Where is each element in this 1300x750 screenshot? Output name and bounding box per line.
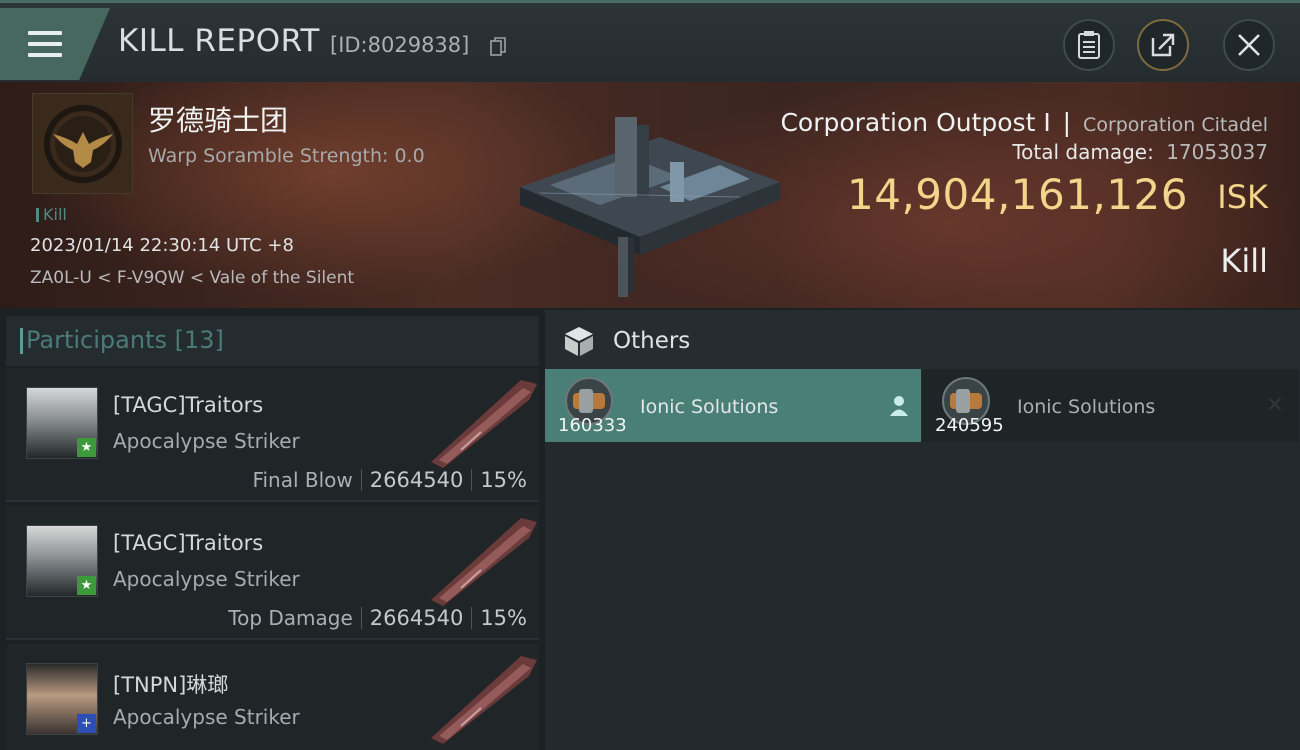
item-quantity: 160333 bbox=[558, 415, 627, 436]
participant-percent: 15% bbox=[480, 468, 527, 492]
total-damage-value: 17053037 bbox=[1166, 140, 1268, 164]
participant-stats: Top Damage 2664540 15% bbox=[228, 606, 527, 630]
item-name: Ionic Solutions bbox=[640, 396, 779, 418]
star-badge-icon: ★ bbox=[77, 438, 96, 457]
kill-type-label: Kill bbox=[1220, 242, 1268, 280]
item-quantity: 240595 bbox=[935, 415, 1004, 436]
participant-name: [TAGC]Traitors bbox=[113, 393, 264, 417]
participant-name: [TNPN]琳瑯 bbox=[113, 673, 229, 697]
ship-image bbox=[431, 656, 537, 744]
copy-icon[interactable] bbox=[490, 37, 506, 57]
participant-ship: Apocalypse Striker bbox=[113, 567, 300, 591]
participant-ship: Apocalypse Striker bbox=[113, 429, 300, 453]
warp-scramble-strength: Warp Soramble Strength: 0.0 bbox=[148, 145, 425, 167]
clipboard-button[interactable] bbox=[1063, 19, 1115, 71]
target-structure-type: Corporation Citadel bbox=[1083, 114, 1268, 136]
destroyed-x-icon: ✕ bbox=[1265, 393, 1284, 418]
isk-unit: ISK bbox=[1217, 178, 1268, 216]
participant-row[interactable]: ★ [TAGC]Traitors Apocalypse Striker Top … bbox=[6, 506, 539, 640]
kill-datetime: 2023/01/14 22:30:14 UTC +8 bbox=[30, 235, 294, 256]
avatar[interactable]: + bbox=[26, 663, 98, 735]
participant-row[interactable]: + [TNPN]琳瑯 Apocalypse Striker bbox=[6, 644, 539, 750]
total-damage-label: Total damage: bbox=[1012, 140, 1154, 164]
kill-location: ZA0L-U < F-V9QW < Vale of the Silent bbox=[30, 268, 355, 288]
others-header: Others bbox=[545, 310, 1300, 370]
target-separator: | bbox=[1062, 108, 1072, 137]
participant-role: Top Damage bbox=[228, 606, 353, 630]
menu-icon bbox=[28, 31, 62, 57]
participant-percent: 15% bbox=[480, 606, 527, 630]
kill-tag: Kill bbox=[36, 205, 67, 224]
corp-name[interactable]: 罗德骑士团 bbox=[148, 99, 288, 139]
star-badge-icon: ★ bbox=[77, 576, 96, 595]
target-name[interactable]: Corporation Outpost I | Corporation Cita… bbox=[780, 108, 1268, 137]
participant-row[interactable]: ★ [TAGC]Traitors Apocalypse Striker Fina… bbox=[6, 368, 539, 502]
participants-panel: Participants [13] ★ [TAGC]Traitors Apoca… bbox=[6, 316, 539, 750]
top-bar: KILL REPORT [ID:8029838] bbox=[0, 0, 1300, 82]
report-id: [ID:8029838] bbox=[330, 33, 470, 57]
others-panel: Others Ionic Solutions 160333 Ionic Solu… bbox=[545, 310, 1300, 750]
participant-damage: 2664540 bbox=[369, 468, 464, 492]
person-icon[interactable] bbox=[889, 395, 909, 417]
avatar[interactable]: ★ bbox=[26, 525, 98, 597]
participant-name: [TAGC]Traitors bbox=[113, 531, 264, 555]
participant-role: Final Blow bbox=[252, 468, 353, 492]
cube-icon bbox=[565, 327, 593, 356]
avatar[interactable]: ★ bbox=[26, 387, 98, 459]
kill-banner: 罗德骑士团 Warp Soramble Strength: 0.0 Kill 2… bbox=[0, 82, 1300, 308]
participant-ship: Apocalypse Striker bbox=[113, 705, 300, 729]
ship-image bbox=[431, 380, 537, 468]
clipboard-icon bbox=[1078, 31, 1100, 59]
page-title: KILL REPORT bbox=[118, 23, 320, 59]
ship-image bbox=[431, 518, 537, 606]
total-damage: Total damage: 17053037 bbox=[1012, 140, 1268, 164]
participants-title: Participants [13] bbox=[20, 326, 224, 354]
close-button[interactable] bbox=[1223, 19, 1275, 71]
others-title: Others bbox=[613, 328, 691, 354]
citadel-image bbox=[520, 117, 780, 297]
eagle-emblem-icon bbox=[44, 105, 122, 183]
share-icon bbox=[1151, 33, 1175, 57]
plus-badge-icon: + bbox=[77, 714, 96, 733]
target-structure-name: Corporation Outpost I bbox=[780, 108, 1051, 137]
close-icon bbox=[1238, 34, 1260, 56]
participant-damage: 2664540 bbox=[369, 606, 464, 630]
participant-stats: Final Blow 2664540 15% bbox=[252, 468, 527, 492]
corp-logo[interactable] bbox=[32, 93, 133, 194]
item-name: Ionic Solutions bbox=[1017, 396, 1156, 418]
participants-header: Participants [13] bbox=[6, 316, 539, 366]
isk-value: 14,904,161,126 bbox=[847, 170, 1188, 219]
item-card[interactable]: Ionic Solutions 160333 bbox=[545, 369, 921, 442]
menu-button[interactable] bbox=[0, 8, 110, 80]
item-card[interactable]: Ionic Solutions 240595 ✕ bbox=[922, 369, 1298, 442]
share-button[interactable] bbox=[1137, 19, 1189, 71]
